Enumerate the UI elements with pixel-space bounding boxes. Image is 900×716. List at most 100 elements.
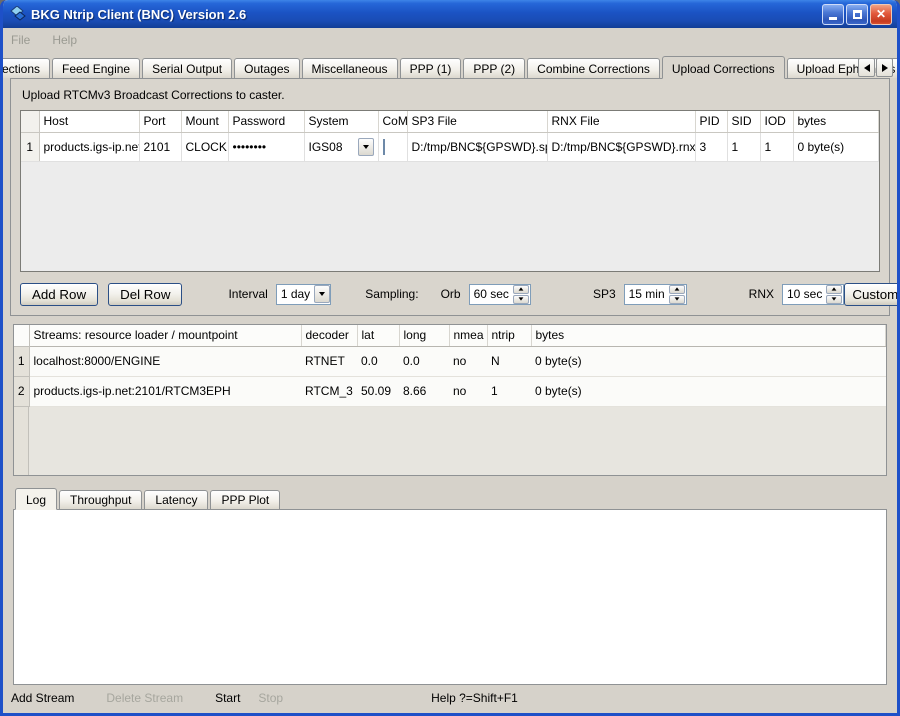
custom-trafo-button[interactable]: Custom Trafo (844, 283, 900, 306)
tab-outages[interactable]: Outages (234, 58, 299, 78)
spin-up-icon (832, 287, 837, 290)
maximize-button[interactable] (846, 4, 868, 25)
long-cell[interactable]: 0.0 (399, 346, 449, 376)
col-sid: SID (727, 111, 760, 132)
col-lat: lat (357, 325, 399, 346)
chevron-down-icon (319, 292, 325, 296)
lat-cell[interactable]: 0.0 (357, 346, 399, 376)
nmea-cell[interactable]: no (449, 346, 487, 376)
help-hint: Help ?=Shift+F1 (431, 691, 518, 705)
sid-cell[interactable]: 1 (727, 132, 760, 161)
tab-scroll-right-button[interactable] (876, 58, 893, 77)
col-decoder: decoder (301, 325, 357, 346)
close-button[interactable]: ✕ (870, 4, 892, 25)
upload-controls: Add Row Del Row Interval 1 day Sampling:… (20, 282, 880, 306)
orb-spin-up-button[interactable] (513, 285, 529, 294)
tab-upload-corrections[interactable]: Upload Corrections (662, 56, 785, 79)
sp3-spinbox[interactable]: 15 min (624, 284, 687, 305)
window-title: BKG Ntrip Client (BNC) Version 2.6 (31, 7, 822, 22)
col-port: Port (139, 111, 181, 132)
app-icon (9, 6, 26, 22)
tab-miscellaneous[interactable]: Miscellaneous (302, 58, 398, 78)
row-number: 1 (21, 132, 39, 161)
pane-description: Upload RTCMv3 Broadcast Corrections to c… (22, 88, 880, 102)
sp3-spin-down-button[interactable] (669, 295, 685, 304)
system-combobox[interactable]: IGS08 (309, 133, 374, 161)
rnx-value: 10 sec (787, 287, 826, 301)
system-combo-button[interactable] (358, 138, 374, 156)
del-row-button[interactable]: Del Row (108, 283, 182, 306)
decoder-cell[interactable]: RTNET (301, 346, 357, 376)
password-cell[interactable]: •••••••• (228, 132, 304, 161)
bytes-cell: 0 byte(s) (531, 346, 886, 376)
tab-serial-output[interactable]: Serial Output (142, 58, 232, 78)
statusbar: Add Stream Delete Stream Start Stop Help… (3, 685, 897, 713)
start-action[interactable]: Start (215, 691, 240, 705)
rnx-file-cell[interactable]: D:/tmp/BNC${GPSWD}.rnx (547, 132, 695, 161)
rnx-spinbox[interactable]: 10 sec (782, 284, 844, 305)
col-stream-bytes: bytes (531, 325, 886, 346)
col-iod: IOD (760, 111, 793, 132)
titlebar[interactable]: BKG Ntrip Client (BNC) Version 2.6 ✕ (3, 0, 897, 28)
col-pid: PID (695, 111, 727, 132)
tab-ppp-plot[interactable]: PPP Plot (210, 490, 280, 509)
menu-help[interactable]: Help (52, 33, 77, 47)
interval-combobox[interactable]: 1 day (276, 284, 331, 305)
tab-ppp-1[interactable]: PPP (1) (400, 58, 462, 78)
long-cell[interactable]: 8.66 (399, 376, 449, 406)
stream-row[interactable]: 2 products.igs-ip.net:2101/RTCM3EPH RTCM… (14, 376, 886, 406)
upload-table-row: 1 products.igs-ip.net 2101 CLOCK •••••••… (21, 132, 879, 161)
tab-ppp-2[interactable]: PPP (2) (463, 58, 525, 78)
port-cell[interactable]: 2101 (139, 132, 181, 161)
log-output-area[interactable] (13, 509, 887, 685)
mountpoint-cell[interactable]: products.igs-ip.net:2101/RTCM3EPH (29, 376, 301, 406)
nmea-cell[interactable]: no (449, 376, 487, 406)
rnx-spin-down-button[interactable] (826, 295, 842, 304)
rnx-label: RNX (749, 287, 774, 301)
sp3-value: 15 min (629, 287, 669, 301)
tab-latency[interactable]: Latency (144, 490, 208, 509)
tab-scroll-left-button[interactable] (858, 58, 875, 77)
sampling-label: Sampling: (365, 287, 418, 301)
orb-spin-down-button[interactable] (513, 295, 529, 304)
add-stream-action[interactable]: Add Stream (11, 691, 74, 705)
tab-feed-engine[interactable]: Feed Engine (52, 58, 140, 78)
sp3-label: SP3 (593, 287, 616, 301)
stream-row[interactable]: 1 localhost:8000/ENGINE RTNET 0.0 0.0 no… (14, 346, 886, 376)
com-checkbox[interactable] (383, 139, 385, 155)
col-long: long (399, 325, 449, 346)
spin-down-icon (832, 297, 837, 300)
add-row-button[interactable]: Add Row (20, 283, 98, 306)
host-cell[interactable]: products.igs-ip.net (39, 132, 139, 161)
col-com: CoM (378, 111, 407, 132)
close-icon: ✕ (876, 8, 886, 20)
spin-up-icon (674, 287, 679, 290)
lat-cell[interactable]: 50.09 (357, 376, 399, 406)
menu-file[interactable]: File (11, 33, 30, 47)
tab-log[interactable]: Log (15, 488, 57, 510)
mountpoint-cell[interactable]: localhost:8000/ENGINE (29, 346, 301, 376)
spin-down-icon (674, 297, 679, 300)
delete-stream-action: Delete Stream (106, 691, 183, 705)
rnx-spin-up-button[interactable] (826, 285, 842, 294)
ntrip-cell[interactable]: 1 (487, 376, 531, 406)
interval-combo-button[interactable] (314, 285, 330, 303)
pid-cell[interactable]: 3 (695, 132, 727, 161)
tab-throughput[interactable]: Throughput (59, 490, 142, 509)
sp3-file-cell[interactable]: D:/tmp/BNC${GPSWD}.sp3 (407, 132, 547, 161)
mount-cell[interactable]: CLOCK (181, 132, 228, 161)
streams-empty-area (14, 407, 886, 476)
streams-header-row: Streams: resource loader / mountpoint de… (14, 325, 886, 346)
bottom-tab-bar: Log Throughput Latency PPP Plot (15, 488, 897, 509)
minimize-button[interactable] (822, 4, 844, 25)
orb-spinbox[interactable]: 60 sec (469, 284, 531, 305)
decoder-cell[interactable]: RTCM_3 (301, 376, 357, 406)
ntrip-cell[interactable]: N (487, 346, 531, 376)
tab-corrections[interactable]: rections (0, 58, 50, 78)
upload-table: Host Port Mount Password System CoM SP3 … (20, 110, 880, 272)
tab-combine-corrections[interactable]: Combine Corrections (527, 58, 660, 78)
iod-cell[interactable]: 1 (760, 132, 793, 161)
col-system: System (304, 111, 378, 132)
sp3-spin-up-button[interactable] (669, 285, 685, 294)
stop-action: Stop (258, 691, 283, 705)
